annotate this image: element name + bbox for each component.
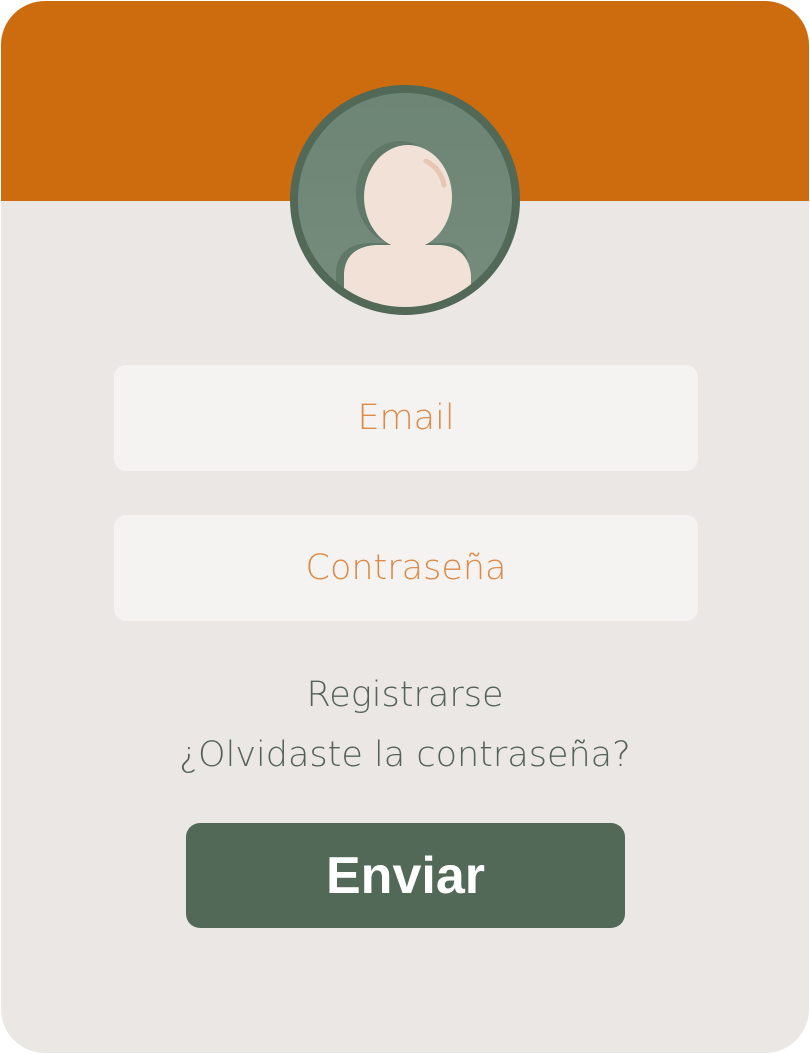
submit-button[interactable]: Enviar [186, 823, 625, 928]
password-placeholder: Contraseña [305, 548, 507, 588]
password-field[interactable]: Contraseña [114, 515, 698, 621]
forgot-password-link[interactable]: ¿Olvidaste la contraseña? [1, 735, 809, 775]
register-link[interactable]: Registrarse [1, 675, 809, 715]
email-field[interactable]: Email [114, 365, 698, 471]
email-placeholder: Email [357, 398, 455, 438]
login-card: Email Contraseña Registrarse ¿Olvidaste … [1, 1, 809, 1053]
submit-button-label: Enviar [326, 846, 485, 905]
user-avatar-icon [290, 85, 520, 315]
